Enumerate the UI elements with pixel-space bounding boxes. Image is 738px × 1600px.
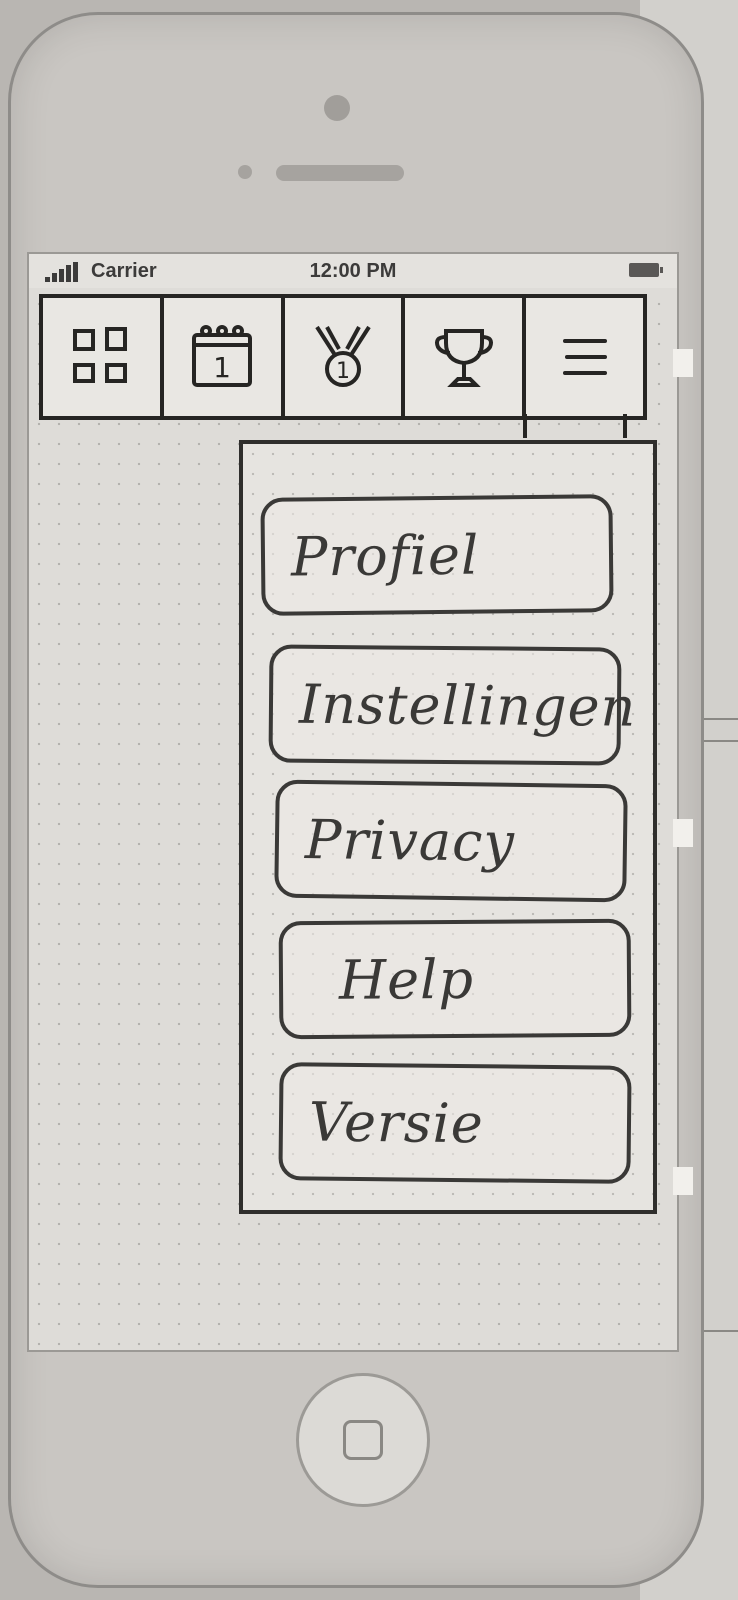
hamburger-menu-icon	[562, 339, 607, 375]
home-square-icon	[343, 1420, 383, 1460]
menu-item-label: Versie	[308, 1089, 485, 1155]
paper-line	[700, 718, 738, 720]
paper-line	[700, 740, 738, 742]
dropdown-menu: Profiel Instellingen Privacy Help Versie	[239, 440, 657, 1214]
sensor-dot	[238, 165, 252, 179]
status-time: 12:00 PM	[309, 260, 397, 282]
battery-icon	[629, 263, 663, 277]
home-button[interactable]	[296, 1373, 430, 1507]
top-tab-bar: 1 1	[39, 294, 647, 420]
phone-frame: Carrier 12:00 PM 1 1 Profiel Instellinge…	[8, 12, 704, 1588]
menu-connector	[523, 414, 527, 438]
menu-item-label: Help	[338, 947, 475, 1012]
menu-item-help[interactable]: Help	[278, 918, 632, 1040]
medal-icon: 1	[315, 325, 371, 387]
menu-item-label: Privacy	[304, 807, 516, 874]
menu-connector	[623, 414, 627, 438]
menu-item-label: Profiel	[290, 523, 480, 589]
phone-screen: Carrier 12:00 PM 1 1 Profiel Instellinge…	[27, 252, 679, 1352]
calendar-icon: 1	[192, 325, 253, 387]
speaker-slot	[276, 165, 404, 181]
menu-item-profiel[interactable]: Profiel	[260, 494, 614, 616]
menu-item-instellingen[interactable]: Instellingen	[268, 644, 637, 766]
menu-item-versie[interactable]: Versie	[278, 1062, 632, 1184]
paper-line	[700, 1330, 738, 1332]
side-tab-marker	[673, 819, 693, 847]
tab-medal[interactable]: 1	[285, 298, 406, 416]
tab-calendar[interactable]: 1	[164, 298, 285, 416]
grid-icon	[73, 327, 128, 383]
calendar-badge: 1	[213, 351, 231, 384]
side-tab-marker	[673, 1167, 693, 1195]
tab-trophy[interactable]	[405, 298, 527, 416]
side-tab-marker	[673, 349, 693, 377]
tab-dashboard[interactable]	[43, 298, 164, 416]
status-bar: Carrier 12:00 PM	[29, 254, 677, 288]
trophy-icon	[434, 329, 493, 387]
menu-item-privacy[interactable]: Privacy	[274, 779, 628, 903]
camera-dot	[324, 95, 350, 121]
tab-menu[interactable]	[526, 298, 643, 416]
medal-badge: 1	[336, 359, 350, 384]
menu-item-label: Instellingen	[298, 672, 637, 739]
